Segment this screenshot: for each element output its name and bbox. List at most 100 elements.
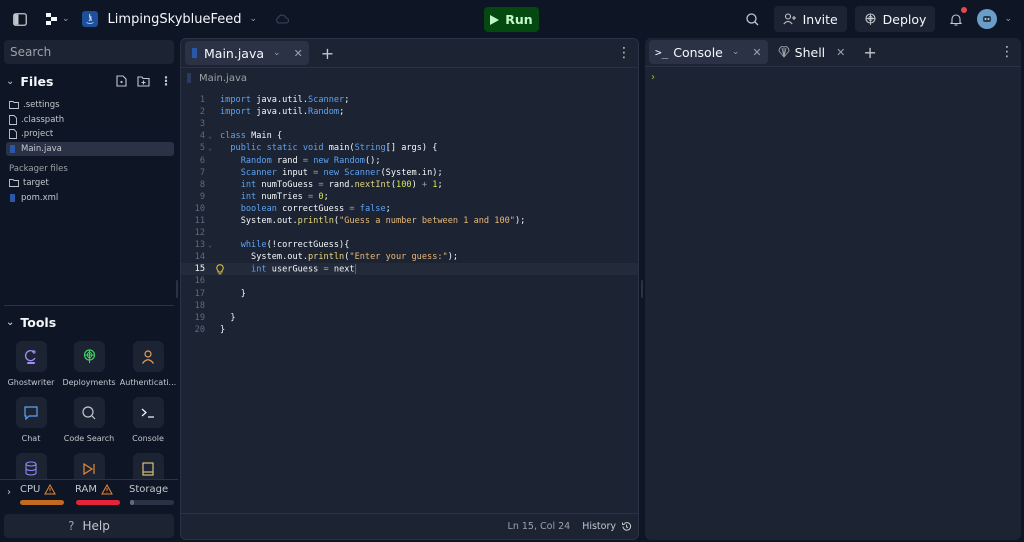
file-item-settings[interactable]: .settings [6, 98, 174, 113]
fold-chevron-icon[interactable]: ⌄ [205, 241, 219, 249]
chevron-down-icon[interactable]: ⌄ [250, 14, 258, 24]
cursor-position[interactable]: Ln 15, Col 24 [508, 521, 571, 532]
top-bar: ⌄ LimpingSkyblueFeed ⌄ Run Invite Deploy [0, 0, 1024, 38]
code-editor[interactable]: 1 import java.util.Scanner; 2 import java.u… [181, 94, 638, 336]
code-line[interactable]: 13 ⌄ while(!correctGuess){ [181, 239, 638, 251]
code-line[interactable]: 11 System.out.println("Guess a number be… [181, 215, 638, 227]
sidebar-toggle-icon[interactable] [10, 9, 30, 29]
add-tab-icon[interactable]: + [863, 43, 876, 62]
code-line[interactable]: 7 Scanner input = new Scanner(System.in)… [181, 167, 638, 179]
code-text: while(!correctGuess){ [240, 240, 350, 251]
replit-logo-menu[interactable]: ⌄ [46, 13, 70, 25]
tool-console[interactable]: Console [119, 397, 177, 443]
warning-icon [44, 484, 57, 495]
code-line[interactable]: 14 System.out.println("Enter your guess:… [181, 251, 638, 263]
search-icon[interactable] [740, 6, 766, 32]
add-tab-icon[interactable]: + [321, 44, 334, 63]
code-line[interactable]: 1 import java.util.Scanner; [181, 94, 638, 106]
tool-database[interactable]: Database [2, 453, 60, 481]
tools-header[interactable]: ⌄ Tools [6, 315, 56, 330]
close-tab-icon[interactable]: ✕ [752, 46, 761, 59]
tab-main-java[interactable]: Main.java ⌄ ✕ [185, 41, 309, 65]
storage-label: Storage [129, 484, 169, 495]
line-number: 9 [199, 191, 205, 202]
close-tab-icon[interactable]: ✕ [836, 46, 845, 59]
code-line[interactable]: 18 [181, 300, 638, 312]
tools-title: Tools [20, 315, 57, 330]
deploy-button[interactable]: Deploy [854, 6, 936, 32]
code-line[interactable]: 12 [181, 227, 638, 239]
code-line[interactable]: 16 [181, 275, 638, 287]
help-button[interactable]: ? Help [4, 514, 174, 538]
code-text: int numToGuess = rand.nextInt(100) + 1; [240, 179, 443, 190]
run-label: Run [505, 12, 533, 27]
more-options-icon[interactable]: ⋮ [1000, 44, 1014, 60]
sidebar-resize-handle[interactable] [176, 280, 178, 298]
code-line[interactable]: 17 } [181, 288, 638, 300]
file-item-pom-xml[interactable]: pom.xml [6, 191, 174, 206]
code-text: boolean correctGuess = false; [240, 203, 391, 214]
code-line[interactable]: 4 ⌄ class Main { [181, 130, 638, 142]
code-text: } [220, 288, 246, 299]
deployments-icon [83, 349, 95, 363]
tool-authentication[interactable]: Authenticati... [119, 341, 177, 387]
replit-logo-icon [46, 13, 57, 25]
code-line[interactable]: 19 } [181, 312, 638, 324]
code-line[interactable]: 8 int numToGuess = rand.nextInt(100) + 1… [181, 179, 638, 191]
notifications-bell-icon[interactable] [943, 6, 969, 32]
help-icon: ? [68, 519, 75, 533]
more-options-icon[interactable]: ⋮ [160, 74, 172, 88]
tool-debugger[interactable]: Debugger [60, 453, 118, 481]
code-text: } [220, 312, 236, 323]
tool-docs[interactable]: Docs [119, 453, 177, 481]
file-icon [9, 129, 17, 140]
java-icon [10, 193, 15, 202]
file-item-project[interactable]: .project [6, 127, 174, 142]
file-item-target[interactable]: target [6, 176, 174, 191]
run-button[interactable]: Run [484, 7, 539, 32]
file-item-classpath[interactable]: .classpath [6, 113, 174, 128]
breadcrumb-file[interactable]: Main.java [199, 73, 247, 84]
console-prompt[interactable]: › [651, 72, 655, 83]
code-line[interactable]: 5 ⌄ public static void main(String[] args… [181, 142, 638, 154]
tool-deployments[interactable]: Deployments [60, 341, 118, 387]
close-tab-icon[interactable]: ✕ [294, 47, 303, 60]
chevron-down-icon[interactable]: ⌄ [732, 47, 740, 57]
code-line[interactable]: 9 int numTries = 0; [181, 191, 638, 203]
code-line[interactable]: 20} [181, 324, 638, 336]
fold-chevron-icon[interactable]: ⌄ [205, 132, 219, 140]
new-folder-icon[interactable] [137, 72, 150, 91]
tool-code-search[interactable]: Code Search [60, 397, 118, 443]
tool-ghostwriter[interactable]: Ghostwriter [2, 341, 60, 387]
code-line[interactable]: 2 import java.util.Random; [181, 106, 638, 118]
panel-resize-handle[interactable] [641, 280, 643, 298]
fold-chevron-icon[interactable]: ⌄ [205, 144, 219, 152]
new-file-icon[interactable] [116, 72, 127, 91]
file-item-main-java[interactable]: Main.java [6, 141, 174, 156]
debugger-icon [83, 462, 95, 475]
chevron-down-icon[interactable]: ⌄ [273, 48, 281, 58]
chevron-right-icon[interactable]: › [7, 487, 11, 498]
repl-name[interactable]: LimpingSkyblueFeed [108, 12, 242, 27]
tool-chat[interactable]: Chat [2, 397, 60, 443]
sidebar: Search ⌄ Files ⋮ .settings .classpath .p… [0, 38, 178, 542]
chevron-down-icon[interactable]: ⌄ [6, 76, 14, 87]
code-line[interactable]: 10 boolean correctGuess = false; [181, 203, 638, 215]
code-text: System.out.println("Guess a number betwe… [240, 215, 526, 226]
history-button[interactable]: History [582, 521, 632, 532]
chevron-down-icon: ⌄ [1004, 14, 1012, 24]
resources-panel[interactable]: › CPU RAM Storage [0, 479, 178, 509]
tab-shell[interactable]: Shell ✕ [772, 40, 852, 64]
code-line[interactable]: 15 int userGuess = next [181, 263, 638, 276]
code-line[interactable]: 6 Random rand = new Random(); [181, 154, 638, 166]
globe-icon [865, 12, 876, 25]
tab-console[interactable]: >_ Console ⌄ ✕ [649, 40, 768, 64]
invite-button[interactable]: Invite [773, 6, 847, 32]
user-menu[interactable]: ⌄ [977, 9, 1012, 29]
more-options-icon[interactable]: ⋮ [617, 45, 631, 61]
text-cursor [354, 264, 356, 275]
code-line[interactable]: 3 [181, 118, 638, 130]
files-title[interactable]: Files [20, 74, 53, 89]
line-number: 8 [199, 179, 205, 190]
search-input[interactable]: Search [4, 40, 174, 64]
